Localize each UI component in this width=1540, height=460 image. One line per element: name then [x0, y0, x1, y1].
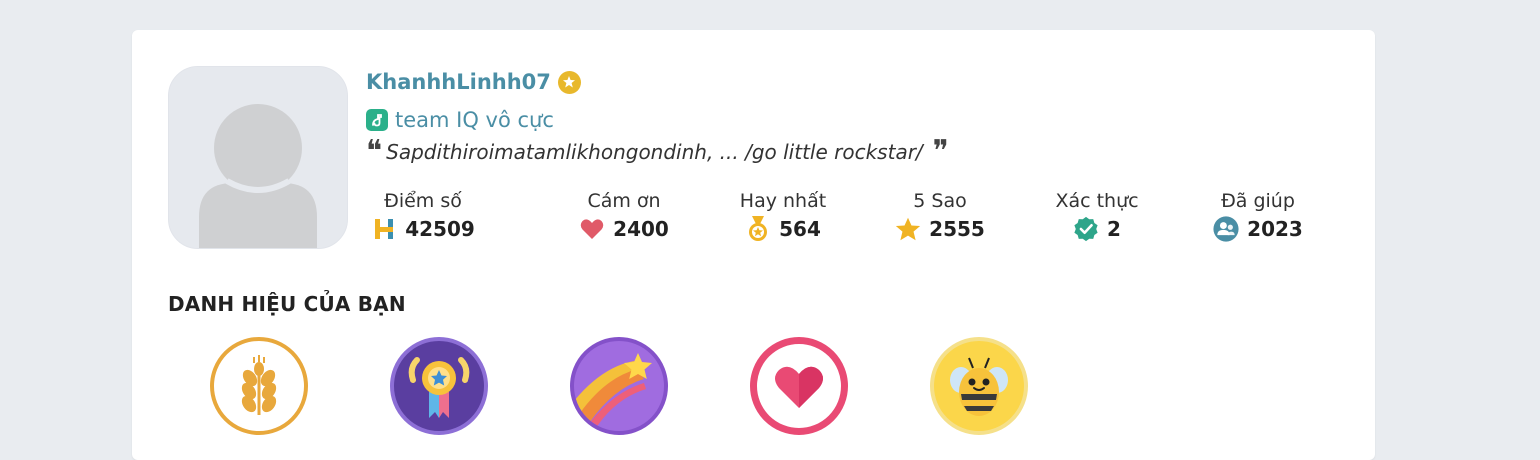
stat-label: Xác thực [1055, 190, 1139, 212]
username-row: KhanhhLinhh07 [366, 70, 581, 94]
profile-card: KhanhhLinhh07 team IQ vô cực ❝ Sapdithir… [132, 30, 1375, 460]
medal-icon [745, 216, 771, 242]
stat-verified: Xác thực 2 [1012, 190, 1182, 242]
stat-value: 42509 [405, 217, 475, 241]
titles-section-heading: DANH HIỆU CỦA BẠN [168, 292, 406, 316]
star-icon [895, 216, 921, 242]
team-row: team IQ vô cực [366, 108, 554, 132]
stat-value: 2400 [613, 217, 669, 241]
open-quote-icon: ❝ [366, 134, 383, 169]
stat-value: 564 [779, 217, 821, 241]
stat-best: Hay nhất 564 [698, 190, 868, 242]
bio-text: Sapdithiroimatamlikhongondinh, ... /go l… [386, 140, 923, 164]
stat-label: Cám ơn [587, 190, 661, 212]
stat-value: 2555 [929, 217, 985, 241]
stats-row: Điểm số 42509 Cám ơn 2400 Hay nhất 564 5… [132, 190, 1375, 260]
wheat-badge-icon[interactable] [210, 337, 308, 435]
stat-thanks: Cám ơn 2400 [539, 190, 709, 242]
stat-label: 5 Sao [913, 190, 967, 212]
heart-icon [579, 216, 605, 242]
stat-value: 2023 [1247, 217, 1303, 241]
points-icon [371, 216, 397, 242]
stat-value: 2 [1107, 217, 1121, 241]
bio-quote: ❝ Sapdithiroimatamlikhongondinh, ... /go… [366, 134, 949, 169]
stat-label: Đã giúp [1221, 190, 1295, 212]
rank-badge-icon [557, 70, 581, 94]
close-quote-icon: ❞ [932, 134, 949, 169]
stat-label: Hay nhất [739, 190, 827, 212]
stat-helped: Đã giúp 2023 [1173, 190, 1343, 242]
team-name-link[interactable]: team IQ vô cực [395, 108, 554, 132]
award-ribbon-badge-icon[interactable] [390, 337, 488, 435]
bee-badge-icon[interactable] [930, 337, 1028, 435]
stat-points: Điểm số 42509 [338, 190, 508, 242]
shooting-star-badge-icon[interactable] [570, 337, 668, 435]
team-icon [366, 109, 388, 131]
verified-check-icon [1073, 216, 1099, 242]
helped-users-icon [1213, 216, 1239, 242]
username[interactable]: KhanhhLinhh07 [366, 70, 551, 94]
heart-badge-icon[interactable] [750, 337, 848, 435]
stat-five-stars: 5 Sao 2555 [855, 190, 1025, 242]
stat-label: Điểm số [384, 190, 462, 212]
